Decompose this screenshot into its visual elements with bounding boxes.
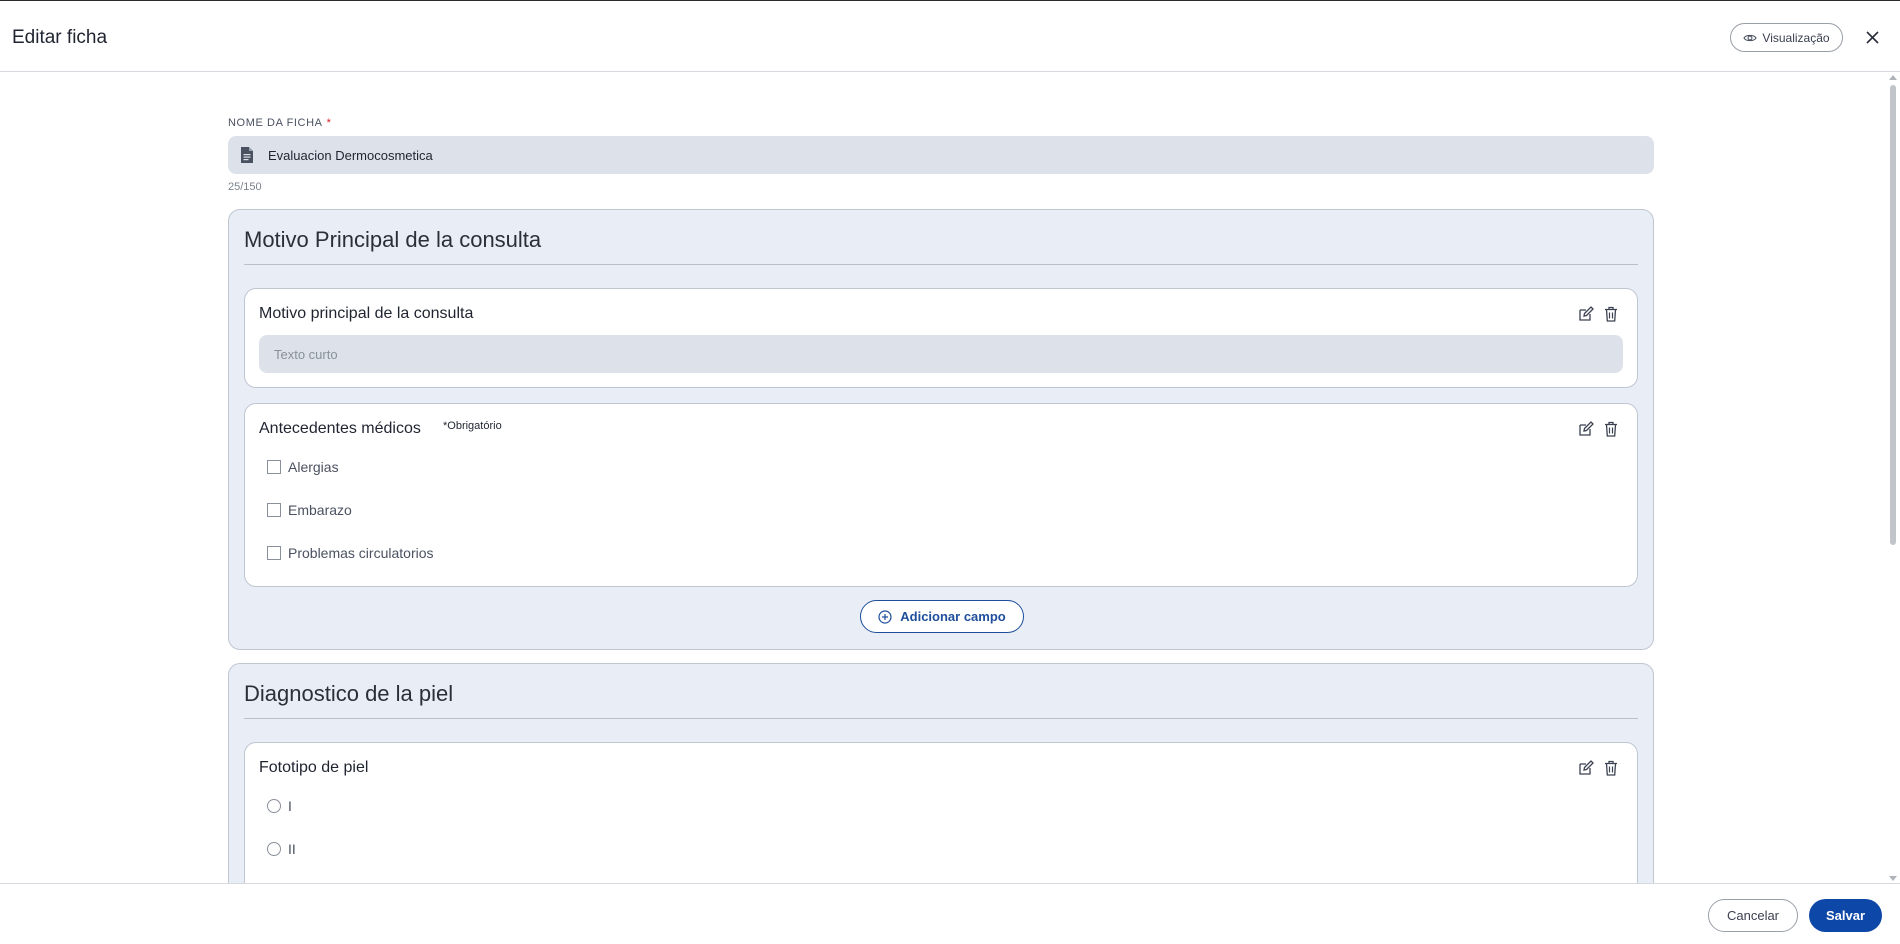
checkbox-option[interactable]: Embarazo [267, 502, 352, 518]
checkbox[interactable] [267, 460, 281, 474]
trash-icon[interactable] [1603, 760, 1619, 776]
edit-form-dialog: Editar ficha Visualização NOME DA FICHA * [0, 0, 1900, 944]
eye-icon [1743, 34, 1758, 41]
field-card-motivo: Motivo principal de la consulta Texto cu… [244, 288, 1638, 388]
radio-button[interactable] [267, 799, 281, 813]
preview-button-label: Visualização [1762, 30, 1830, 45]
checkbox-option[interactable]: Alergias [267, 459, 339, 475]
trash-icon[interactable] [1603, 306, 1619, 322]
field-label: Antecedentes médicos [259, 420, 421, 437]
form-name-label: NOME DA FICHA * [228, 117, 332, 129]
add-field-label: Adicionar campo [900, 609, 1006, 624]
section-title[interactable]: Diagnostico de la piel [244, 681, 453, 707]
radio-option[interactable]: I [267, 798, 292, 814]
field-card-fototipo: Fototipo de piel I II [244, 742, 1638, 883]
add-field-button[interactable]: Adicionar campo [860, 600, 1024, 633]
plus-circle-icon [878, 609, 892, 624]
cancel-button[interactable]: Cancelar [1708, 899, 1798, 932]
radio-option[interactable]: II [267, 841, 296, 857]
form-content[interactable]: NOME DA FICHA * Evaluacion Dermocosmetica… [0, 73, 1900, 883]
scroll-down-arrow[interactable] [1889, 876, 1897, 881]
section-divider [244, 264, 1638, 265]
scroll-thumb[interactable] [1890, 85, 1896, 545]
form-name-value: Evaluacion Dermocosmetica [268, 147, 433, 163]
field-label: Fototipo de piel [259, 759, 369, 776]
edit-icon[interactable] [1578, 760, 1594, 776]
preview-button[interactable]: Visualização [1730, 23, 1843, 52]
page-title: Editar ficha [12, 27, 108, 48]
edit-icon[interactable] [1578, 306, 1594, 322]
document-icon [241, 147, 253, 163]
section-title[interactable]: Motivo Principal de la consulta [244, 227, 541, 253]
required-star: * [326, 117, 332, 129]
field-actions [1578, 421, 1619, 437]
section-motivo-principal: Motivo Principal de la consulta Motivo p… [228, 209, 1654, 650]
checkbox[interactable] [267, 503, 281, 517]
close-icon [1865, 30, 1879, 44]
edit-icon[interactable] [1578, 421, 1594, 437]
checkbox[interactable] [267, 546, 281, 560]
field-actions [1578, 760, 1619, 776]
checkbox-option[interactable]: Problemas circulatorios [267, 545, 434, 561]
vertical-scrollbar[interactable] [1888, 73, 1898, 883]
dialog-footer: Cancelar Salvar [0, 883, 1900, 944]
required-tag: *Obrigatório [443, 420, 502, 432]
field-card-antecedentes: Antecedentes médicos *Obrigatório Alergi… [244, 403, 1638, 587]
field-actions [1578, 306, 1619, 322]
dialog-header: Editar ficha Visualização [0, 0, 1900, 72]
section-divider [244, 718, 1638, 719]
save-button[interactable]: Salvar [1809, 899, 1882, 932]
form-name-input[interactable]: Evaluacion Dermocosmetica [228, 136, 1654, 174]
char-count: 25/150 [228, 181, 262, 193]
field-label: Motivo principal de la consulta [259, 305, 474, 322]
trash-icon[interactable] [1603, 421, 1619, 437]
short-text-preview: Texto curto [259, 335, 1623, 373]
close-button[interactable] [1862, 27, 1882, 47]
scroll-up-arrow[interactable] [1889, 75, 1897, 80]
radio-button[interactable] [267, 842, 281, 856]
section-diagnostico: Diagnostico de la piel Fototipo de piel [228, 663, 1654, 883]
